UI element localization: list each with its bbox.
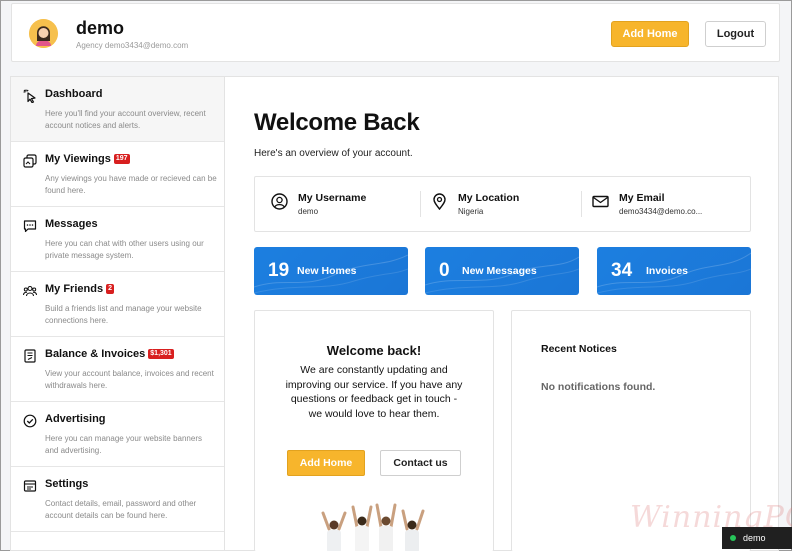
sidebar-item-label: Advertising: [45, 413, 106, 425]
info-label: My Username: [298, 192, 367, 204]
location-pin-icon: [433, 193, 446, 210]
stat-label: New Homes: [297, 265, 357, 277]
invoice-icon: [24, 349, 36, 363]
stat-number: 19: [268, 260, 290, 281]
online-status-dot: [730, 535, 736, 541]
info-username: My Username demo: [255, 177, 420, 231]
envelope-icon: [592, 195, 609, 208]
sidebar-item-settings[interactable]: Settings Contact details, email, passwor…: [11, 467, 224, 532]
welcome-card-text: We are constantly updating and improving…: [285, 364, 463, 420]
info-label: My Location: [458, 192, 520, 204]
sidebar-item-title: My Friends 2: [45, 283, 114, 295]
balance-badge: $1,301: [148, 349, 174, 359]
add-home-button[interactable]: Add Home: [611, 21, 689, 47]
sidebar-item-desc: Here you can chat with other users using…: [45, 239, 204, 260]
sidebar-item-desc: Contact details, email, password and oth…: [45, 499, 197, 520]
pointer-click-icon: [23, 89, 36, 103]
friends-icon: [23, 285, 37, 297]
sidebar-item-desc: View your account balance, invoices and …: [45, 369, 214, 390]
sidebar-item-label: My Friends: [45, 283, 104, 295]
logout-button[interactable]: Logout: [705, 21, 766, 47]
account-info-box: My Username demo My Location Nigeria My …: [254, 176, 751, 232]
welcome-card: Welcome back! We are constantly updating…: [254, 310, 494, 551]
info-email: My Email demo3434@demo.co...: [576, 177, 751, 231]
avatar[interactable]: [29, 19, 58, 48]
viewings-icon: [23, 154, 37, 168]
card-add-home-button[interactable]: Add Home: [287, 450, 365, 476]
page-title: Welcome Back: [254, 109, 420, 136]
user-circle-icon: [271, 193, 288, 210]
sidebar-item-desc: Any viewings you have made or recieved c…: [45, 174, 217, 195]
sidebar-item-label: Messages: [45, 218, 98, 230]
page-subtitle: Here's an overview of your account.: [254, 148, 413, 159]
stat-label: Invoices: [646, 265, 689, 277]
sidebar-item-label: My Viewings: [45, 153, 111, 165]
sidebar: Dashboard Here you'll find your account …: [10, 76, 225, 551]
stat-new-messages[interactable]: 0 New Messages: [425, 247, 579, 295]
sidebar-item-dashboard[interactable]: Dashboard Here you'll find your account …: [11, 77, 224, 142]
count-badge: 2: [106, 284, 114, 294]
sidebar-item-advertising[interactable]: Advertising Here you can manage your web…: [11, 402, 224, 467]
notices-title: Recent Notices: [541, 343, 617, 355]
stat-label: New Messages: [462, 265, 537, 277]
top-header: demo Agency demo3434@demo.com Add Home L…: [11, 3, 780, 62]
check-circle-icon: [23, 414, 37, 428]
sidebar-item-desc: Build a friends list and manage your web…: [45, 304, 202, 325]
info-value: demo: [298, 207, 319, 216]
user-subtitle: Agency demo3434@demo.com: [76, 41, 188, 50]
info-value: demo3434@demo.co...: [619, 207, 703, 216]
sidebar-item-my-friends[interactable]: My Friends 2 Build a friends list and man…: [11, 272, 224, 337]
sidebar-item-label: Balance & Invoices: [45, 348, 146, 360]
info-location: My Location Nigeria: [415, 177, 580, 231]
user-email: demo3434@demo.com: [104, 41, 189, 50]
info-value: Nigeria: [458, 207, 484, 216]
status-pill[interactable]: demo: [722, 527, 792, 549]
sidebar-item-desc: Here you'll find your account overview, …: [45, 109, 206, 130]
sidebar-item-my-viewings[interactable]: My Viewings 197 Any viewings you have mad…: [11, 142, 224, 207]
user-role: Agency: [76, 41, 103, 50]
main-panel: Welcome Back Here's an overview of your …: [225, 76, 779, 551]
stat-invoices[interactable]: 34 Invoices: [597, 247, 751, 295]
sidebar-item-title: Settings: [45, 478, 88, 490]
sidebar-item-title: My Viewings 197: [45, 153, 130, 165]
celebrating-people-image: [321, 503, 425, 551]
stat-number: 34: [611, 260, 633, 281]
contact-us-button[interactable]: Contact us: [380, 450, 461, 476]
status-label: demo: [743, 533, 766, 543]
user-name: demo: [76, 18, 125, 38]
sidebar-item-messages[interactable]: Messages Here you can chat with other us…: [11, 207, 224, 272]
settings-icon: [23, 480, 37, 492]
sidebar-item-label: Settings: [45, 478, 89, 490]
stat-number: 0: [439, 260, 450, 281]
sidebar-item-title: Balance & Invoices $1,301: [45, 348, 174, 360]
sidebar-item-title: Dashboard: [45, 88, 102, 100]
sidebar-item-title: Messages: [45, 218, 98, 230]
welcome-card-title: Welcome back!: [326, 343, 422, 358]
sidebar-item-label: Dashboard: [45, 88, 103, 100]
count-badge: 197: [113, 154, 130, 164]
sidebar-item-desc: Here you can manage your website banners…: [45, 434, 202, 455]
info-label: My Email: [619, 192, 665, 204]
notices-empty-message: No notifications found.: [541, 381, 656, 393]
stat-new-homes[interactable]: 19 New Homes: [254, 247, 408, 295]
sidebar-item-title: Advertising: [45, 413, 106, 425]
chat-icon: [23, 220, 37, 233]
sidebar-item-balance-invoices[interactable]: Balance & Invoices $1,301 View your accou…: [11, 337, 224, 402]
